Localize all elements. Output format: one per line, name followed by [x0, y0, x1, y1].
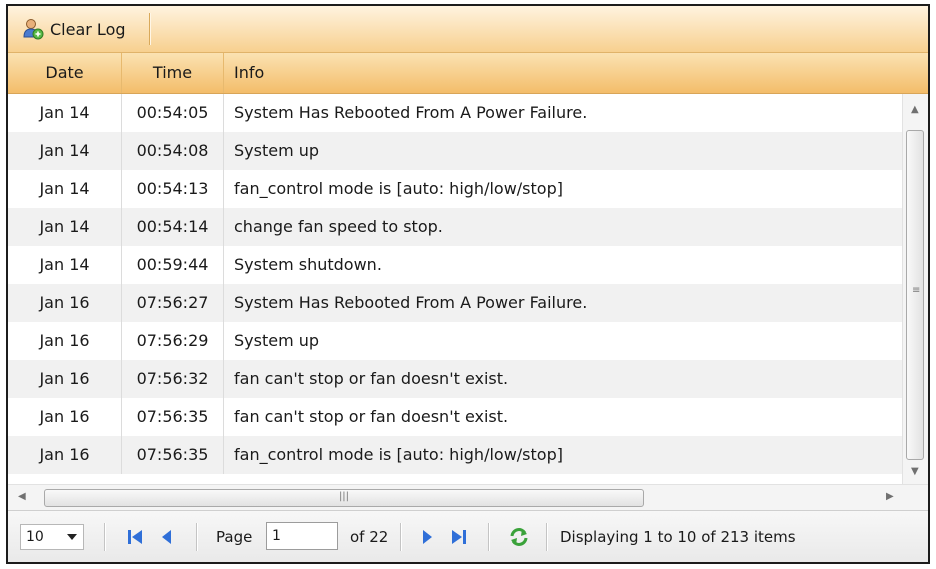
last-page-icon[interactable] — [448, 526, 470, 548]
cell-date: Jan 16 — [8, 436, 122, 474]
table-row[interactable]: Jan 14 00:54:05 System Has Rebooted From… — [8, 94, 902, 132]
column-header-date[interactable]: Date — [8, 53, 122, 93]
cell-info: System up — [234, 331, 320, 350]
log-grid: Jan 14 00:54:05 System Has Rebooted From… — [8, 94, 902, 484]
grip-icon: ≡ — [912, 285, 921, 296]
table-row[interactable]: Jan 16 07:56:29 System up — [8, 322, 902, 360]
refresh-icon[interactable] — [508, 526, 530, 548]
table-row[interactable]: Jan 14 00:54:14 change fan speed to stop… — [8, 208, 902, 246]
cell-time: 07:56:32 — [122, 360, 224, 398]
cell-time: 00:54:14 — [122, 208, 224, 246]
grid-header: Date Time Info — [8, 53, 928, 94]
page-size-value: 10 — [26, 529, 44, 545]
cell-info: System Has Rebooted From A Power Failure… — [234, 293, 588, 312]
cell-time: 00:54:05 — [122, 94, 224, 132]
cell-time: 07:56:35 — [122, 436, 224, 474]
chevron-down-icon — [67, 534, 77, 540]
divider — [400, 523, 402, 551]
table-row[interactable]: Jan 16 07:56:32 fan can't stop or fan do… — [8, 360, 902, 398]
horizontal-scrollbar[interactable]: ◀ ||| ▶ — [8, 484, 928, 510]
cell-date: Jan 14 — [8, 94, 122, 132]
cell-info: fan_control mode is [auto: high/low/stop… — [234, 179, 563, 198]
cell-time: 00:59:44 — [122, 246, 224, 284]
scroll-down-icon[interactable]: ▼ — [911, 466, 919, 477]
cell-info: fan can't stop or fan doesn't exist. — [234, 369, 509, 388]
cell-date: Jan 14 — [8, 170, 122, 208]
scroll-up-icon[interactable]: ▲ — [911, 104, 919, 115]
clear-log-button[interactable]: Clear Log — [14, 13, 151, 45]
next-page-icon[interactable] — [416, 526, 438, 548]
cell-time: 07:56:27 — [122, 284, 224, 322]
vertical-scrollbar[interactable]: ▲ ≡ ▼ — [902, 94, 928, 484]
table-row[interactable]: Jan 16 07:56:35 fan can't stop or fan do… — [8, 398, 902, 436]
log-window: Clear Log Date Time Info Jan 14 00:54:05… — [6, 4, 930, 564]
cell-time: 00:54:13 — [122, 170, 224, 208]
cell-time: 00:54:08 — [122, 132, 224, 170]
cell-info: change fan speed to stop. — [234, 217, 443, 236]
vertical-scroll-thumb[interactable]: ≡ — [906, 130, 924, 460]
divider — [196, 523, 198, 551]
page-label: Page — [216, 528, 253, 546]
cell-date: Jan 14 — [8, 132, 122, 170]
table-row[interactable]: Jan 16 07:56:27 System Has Rebooted From… — [8, 284, 902, 322]
table-row[interactable]: Jan 14 00:59:44 System shutdown. — [8, 246, 902, 284]
first-page-icon[interactable] — [124, 526, 146, 548]
divider — [488, 523, 490, 551]
page-total-label: of 22 — [350, 528, 389, 546]
table-row[interactable]: Jan 14 00:54:08 System up — [8, 132, 902, 170]
cell-info: System Has Rebooted From A Power Failure… — [234, 103, 588, 122]
display-status: Displaying 1 to 10 of 213 items — [560, 528, 796, 546]
toolbar: Clear Log — [8, 6, 928, 53]
column-header-info[interactable]: Info — [224, 53, 928, 93]
clear-log-label: Clear Log — [50, 19, 126, 39]
cell-info: System shutdown. — [234, 255, 382, 274]
table-row[interactable]: Jan 16 07:56:35 fan_control mode is [aut… — [8, 436, 902, 474]
cell-info: fan can't stop or fan doesn't exist. — [234, 407, 509, 426]
cell-date: Jan 14 — [8, 246, 122, 284]
divider — [104, 523, 106, 551]
divider — [546, 523, 548, 551]
pagination-bar: 10 Page 1 of 22 Displaying 1 to 10 of 21… — [8, 510, 928, 562]
cell-date: Jan 16 — [8, 360, 122, 398]
cell-date: Jan 16 — [8, 398, 122, 436]
cell-info: fan_control mode is [auto: high/low/stop… — [234, 445, 563, 464]
cell-time: 07:56:35 — [122, 398, 224, 436]
column-header-time[interactable]: Time — [122, 53, 224, 93]
page-number-input[interactable]: 1 — [266, 522, 338, 550]
cell-date: Jan 16 — [8, 322, 122, 360]
cell-date: Jan 16 — [8, 284, 122, 322]
page-size-select[interactable]: 10 — [20, 524, 84, 550]
horizontal-scroll-thumb[interactable]: ||| — [44, 489, 644, 507]
previous-page-icon[interactable] — [156, 526, 178, 548]
scroll-right-icon[interactable]: ▶ — [886, 491, 894, 502]
table-row[interactable]: Jan 14 00:54:13 fan_control mode is [aut… — [8, 170, 902, 208]
user-clear-icon — [23, 19, 44, 40]
cell-time: 07:56:29 — [122, 322, 224, 360]
cell-date: Jan 14 — [8, 208, 122, 246]
scroll-left-icon[interactable]: ◀ — [18, 491, 26, 502]
cell-info: System up — [234, 141, 320, 160]
